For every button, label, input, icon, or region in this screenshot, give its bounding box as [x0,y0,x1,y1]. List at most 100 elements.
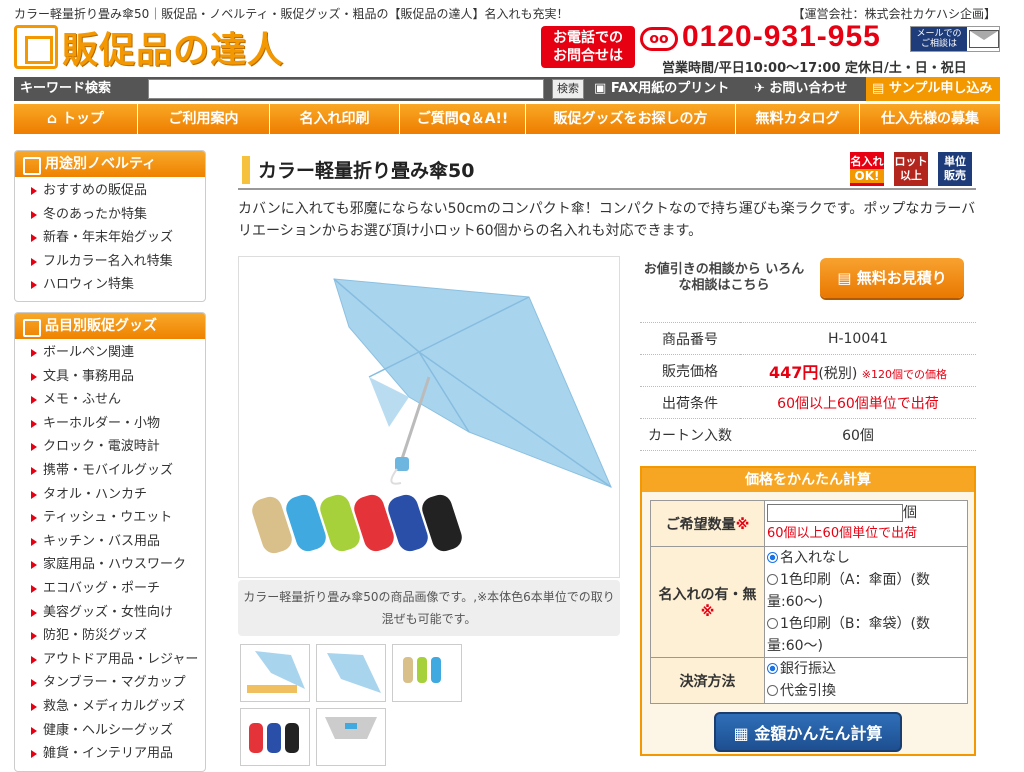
spec-tax: (税別) [818,365,858,382]
free-quote-label: 無料お見積り [856,269,947,287]
sidebar-item-recommended[interactable]: おすすめの販促品 [15,179,205,203]
product-description: カバンに入れても邪魔にならない50cmのコンパクト傘！コンパクトなので持ち運びも… [238,201,976,239]
radio-icon[interactable] [767,574,778,585]
sidebar-item-medical[interactable]: 救急・メディカルグッズ [15,695,205,719]
thumbnail-2[interactable] [316,644,386,702]
sidebar-item-towel[interactable]: タオル・ハンカチ [15,483,205,507]
nav-guide[interactable]: ご利用案内 [138,104,270,134]
print-option-b[interactable]: 1色印刷（B：傘袋）(数量:60〜) [767,613,965,657]
spec-ship-label: 出荷条件 [640,386,740,419]
sidebar-item-mobile[interactable]: 携帯・モバイルグッズ [15,459,205,483]
thumbnail-5[interactable] [316,708,386,766]
badge-lot: ロット 以上 [894,152,928,186]
nav-catalog[interactable]: 無料カタログ [736,104,860,134]
radio-selected-icon[interactable] [767,552,778,563]
spec-price-cell: 447円(税別) ※120個での価格 [740,354,976,387]
fax-print-link[interactable]: ▣ FAX用紙のプリント [594,77,729,101]
sidebar-item-kitchen[interactable]: キッチン・バス用品 [15,530,205,554]
badge-name-print-line2: OK! [850,169,884,183]
required-mark-2: ※ [700,604,715,620]
spec-price-value: 447円 [768,362,819,382]
calculator-title: 価格をかんたん計算 [642,468,974,492]
sidebar-item-memo[interactable]: メモ・ふせん [15,388,205,412]
calculate-button[interactable]: ▦ 金額かんたん計算 [714,712,902,752]
sidebar-item-newyear[interactable]: 新春・年末年始グッズ [15,226,205,250]
badge-unit-sale: 単位 販売 [938,152,972,186]
sidebar-category-list: ボールペン関連 文具・事務用品 メモ・ふせん キーホルダー・小物 クロック・電波… [15,339,205,770]
badge-lot-line2: 以上 [900,169,922,182]
sidebar-item-keyholder[interactable]: キーホルダー・小物 [15,412,205,436]
print-option-none[interactable]: 名入れなし [767,547,965,569]
calc-row-pay: 決済方法 銀行振込 代金引換 [650,657,968,704]
sidebar-item-tumbler[interactable]: タンブラー・マグカップ [15,671,205,695]
pay-options-cell: 銀行振込 代金引換 [764,657,968,704]
product-title: カラー軽量折り畳み傘50 [258,160,475,182]
contact-link[interactable]: ✈ お問い合わせ [754,77,847,101]
badge-unit-line2: 販売 [944,169,966,182]
print-option-a-label: 1色印刷（A：傘面）(数量:60〜) [767,572,930,610]
spec-ship-value: 60個以上60個単位で出荷 [740,386,976,419]
pay-option-cod[interactable]: 代金引換 [767,680,965,702]
spec-price-label: 販売価格 [640,354,740,387]
phone-number[interactable]: 0120-931-955 [682,20,881,54]
sidebar-item-beauty[interactable]: 美容グッズ・女性向け [15,601,205,625]
document-icon: ▤ [837,269,857,287]
sidebar-item-stationery[interactable]: 文具・事務用品 [15,365,205,389]
business-hours: 営業時間/平日10:00〜17:00 定休日/土・日・祝日 [662,61,967,76]
sample-request-link[interactable]: ▤ サンプル申し込み [866,77,1000,101]
consult-text: お値引きの相談から いろんな相談はこちら [643,262,805,293]
sidebar-item-outdoor[interactable]: アウトドア用品・レジャー [15,648,205,672]
thumbnail-4[interactable] [240,708,310,766]
sidebar-item-winter[interactable]: 冬のあったか特集 [15,203,205,227]
radio-icon[interactable] [767,685,778,696]
fax-icon: ▣ [594,81,611,96]
qty-label-cell: ご希望数量※ [650,500,765,547]
sidebar-item-interior[interactable]: 雑貨・インテリア用品 [15,742,205,766]
search-input[interactable] [148,79,544,99]
nav-faq[interactable]: ご質問Q＆A!! [400,104,526,134]
thumbnail-3[interactable] [392,644,462,702]
thumb-umbrella-icon [247,651,305,693]
sidebar-item-household[interactable]: 家庭用品・ハウスワーク [15,553,205,577]
nav-search-goods[interactable]: 販促グッズをお探しの方 [526,104,736,134]
badge-name-print-ok: 名入れ OK! [850,152,884,186]
sidebar-item-health[interactable]: 健康・ヘルシーグッズ [15,719,205,743]
sidebar-item-fullcolor[interactable]: フルカラー名入れ特集 [15,250,205,274]
title-marker [242,156,250,184]
print-label-cell: 名入れの有・無 ※ [650,546,765,658]
quantity-input[interactable] [767,503,903,522]
sidebar-item-ecobag[interactable]: エコバッグ・ポーチ [15,577,205,601]
sidebar-item-pens[interactable]: ボールペン関連 [15,341,205,365]
sidebar-item-clock[interactable]: クロック・電波時計 [15,435,205,459]
qty-unit: 個 [903,505,917,521]
sidebar-item-safety[interactable]: 防犯・防災グッズ [15,624,205,648]
radio-selected-icon[interactable] [767,663,778,674]
sidebar-item-tissue[interactable]: ティッシュ・ウエット [15,506,205,530]
nav-printing[interactable]: 名入れ印刷 [270,104,400,134]
product-main-image[interactable] [238,256,620,578]
sidebar-item-halloween[interactable]: ハロウィン特集 [15,273,205,297]
free-quote-button[interactable]: ▤ 無料お見積り [820,258,964,298]
sidebar-usage-box: 用途別ノベルティ おすすめの販促品 冬のあったか特集 新春・年末年始グッズ フル… [14,150,206,302]
nav-top[interactable]: ⌂ トップ [14,104,138,134]
search-button[interactable]: 検索 [552,79,584,99]
radio-icon[interactable] [767,618,778,629]
calculator-icon: ▦ [733,724,755,743]
image-caption: カラー軽量折り畳み傘50の商品画像です。,※本体色6本単位での取り混ぜも可能です… [238,580,620,636]
pay-option-bank[interactable]: 銀行振込 [767,658,965,680]
spec-row-carton: カートン入数 60個 [640,418,976,451]
badge-lot-line1: ロット [894,155,928,168]
spec-code-value: H-10041 [740,322,976,355]
logo-box-icon [14,25,58,69]
main-nav: ⌂ トップ ご利用案内 名入れ印刷 ご質問Q＆A!! 販促グッズをお探しの方 無… [14,104,1000,134]
nav-suppliers[interactable]: 仕入先様の募集 [860,104,1000,134]
mail-contact-button[interactable]: メールでの ご相談は [910,26,1000,52]
thumbnail-1[interactable] [240,644,310,702]
paper-plane-icon: ✈ [754,81,770,96]
spec-code-label: 商品番号 [640,322,740,355]
print-option-a[interactable]: 1色印刷（A：傘面）(数量:60〜) [767,569,965,613]
search-label: キーワード検索 [20,81,112,96]
site-logo[interactable]: 販促品の達人 [14,24,284,71]
color-variants [252,494,462,554]
spec-row-price: 販売価格 447円(税別) ※120個での価格 [640,354,976,387]
